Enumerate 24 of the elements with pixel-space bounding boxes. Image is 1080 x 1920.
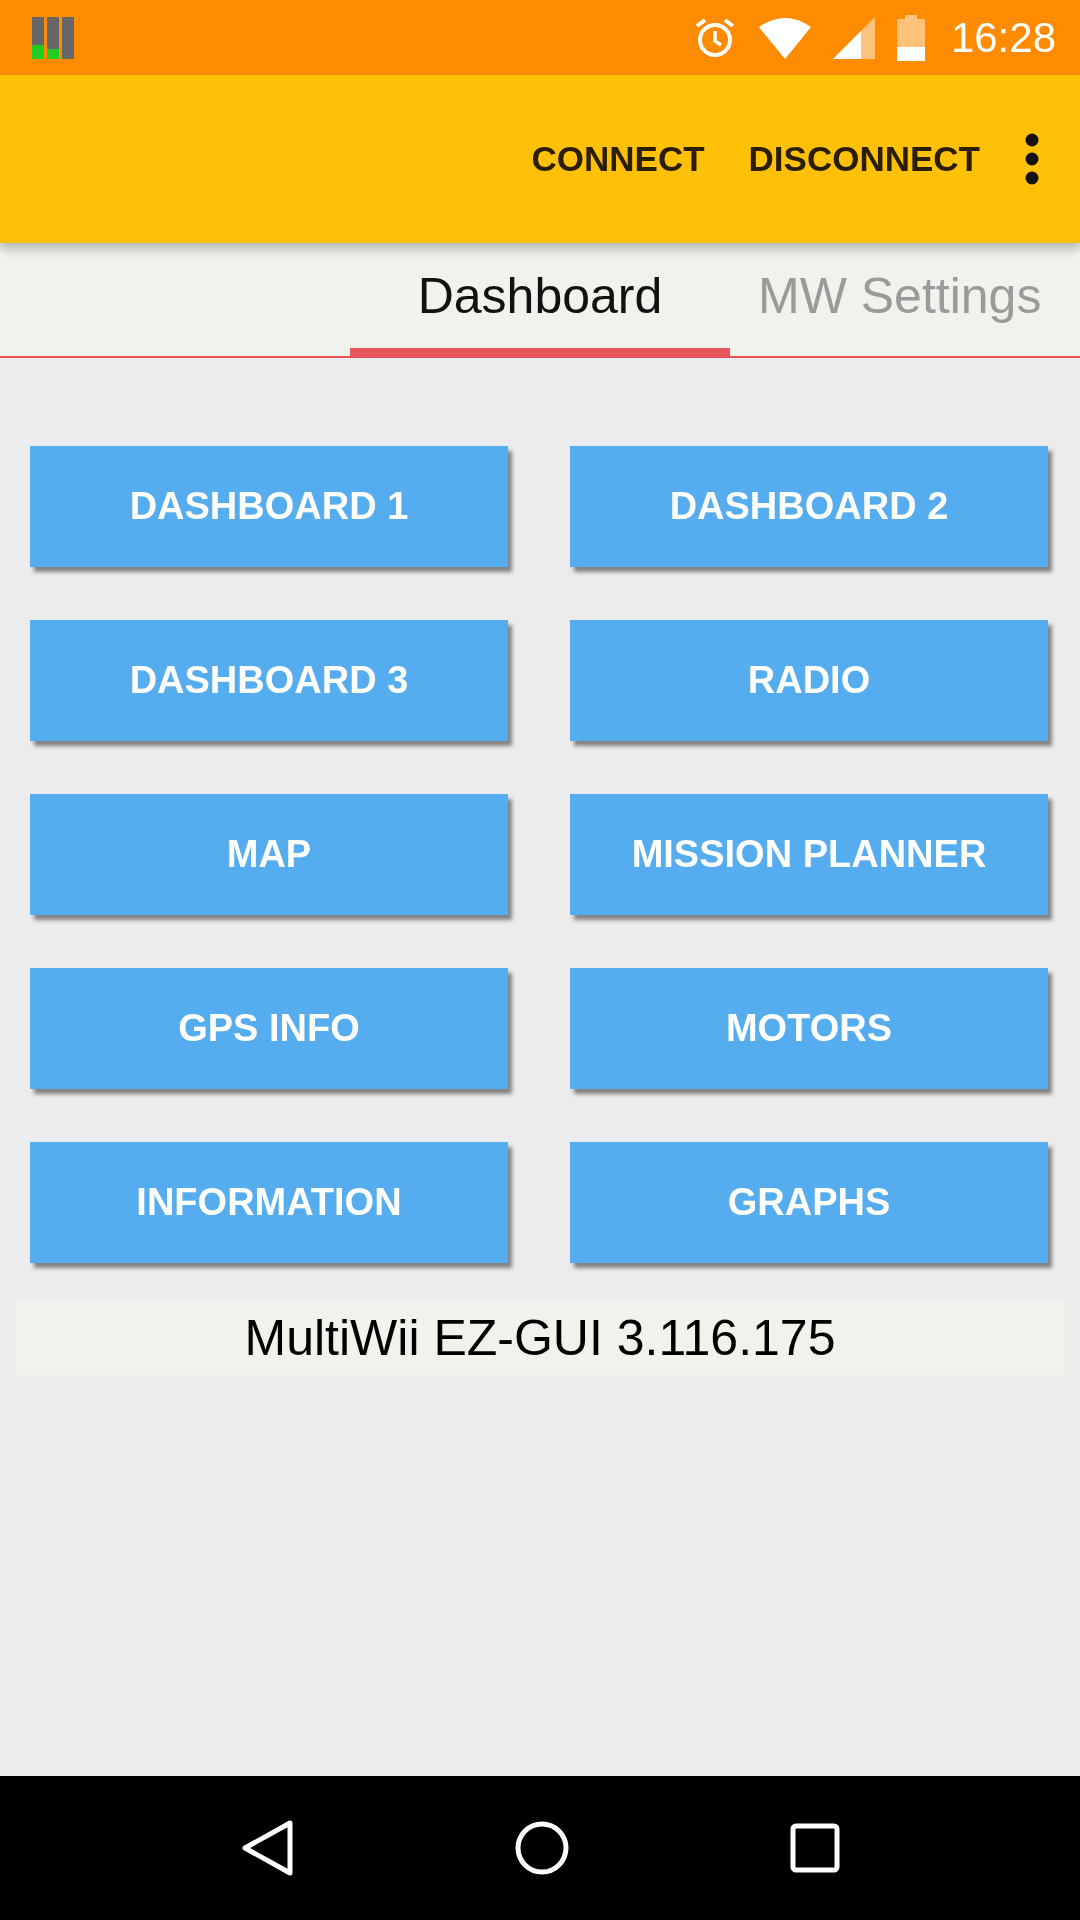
- menu-button[interactable]: DASHBOARD 2: [570, 446, 1048, 567]
- menu-button[interactable]: MISSION PLANNER: [570, 794, 1048, 915]
- menu-button[interactable]: INFORMATION: [30, 1142, 508, 1263]
- action-button[interactable]: DISCONNECT: [726, 129, 1002, 189]
- home-icon[interactable]: [514, 1820, 570, 1876]
- version-label: MultiWii EZ-GUI 3.116.175: [15, 1301, 1065, 1375]
- wifi-icon: [758, 16, 811, 59]
- tab[interactable]: Dashboard: [350, 243, 730, 356]
- menu-button[interactable]: DASHBOARD 3: [30, 620, 508, 741]
- back-icon[interactable]: [240, 1819, 294, 1877]
- menu-button[interactable]: RADIO: [570, 620, 1048, 741]
- overflow-menu-icon[interactable]: [1024, 133, 1040, 185]
- recents-icon[interactable]: [790, 1823, 840, 1873]
- menu-button[interactable]: DASHBOARD 1: [30, 446, 508, 567]
- clock-time: 16:28: [950, 13, 1056, 62]
- tab[interactable]: MW Settings: [758, 243, 1042, 356]
- action-button[interactable]: CONNECT: [509, 129, 727, 189]
- menu-button[interactable]: MAP: [30, 794, 508, 915]
- menu-button[interactable]: GRAPHS: [570, 1142, 1048, 1263]
- menu-button[interactable]: MOTORS: [570, 968, 1048, 1089]
- battery-icon: [896, 14, 925, 61]
- signal-icon: [832, 16, 875, 59]
- app-notification-icon: [30, 14, 76, 61]
- menu-button[interactable]: GPS INFO: [30, 968, 508, 1089]
